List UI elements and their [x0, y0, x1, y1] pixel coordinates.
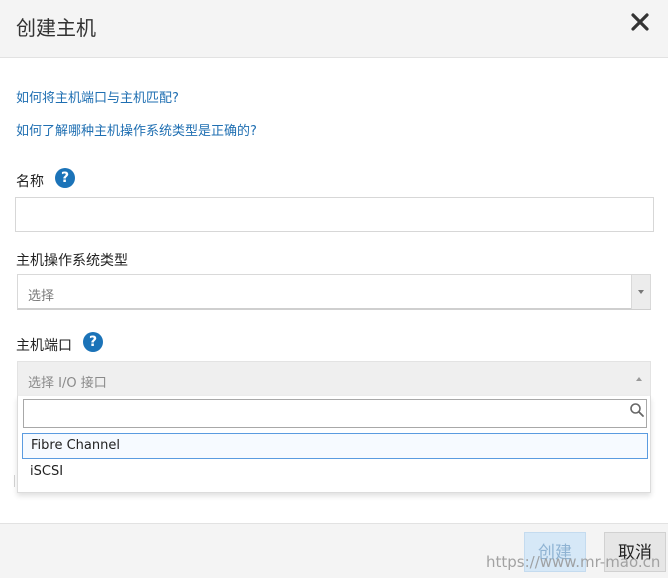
dialog-header: 创建主机: [0, 0, 668, 58]
option-fibre-channel[interactable]: Fibre Channel: [22, 433, 648, 459]
os-type-label: 主机操作系统类型: [16, 253, 128, 269]
option-iscsi[interactable]: iSCSI: [22, 460, 648, 486]
search-icon: [629, 402, 645, 418]
port-search-input[interactable]: [23, 399, 647, 428]
host-ports-multiselect[interactable]: 选择 I/O 接口: [17, 361, 651, 397]
chevron-up-icon: [636, 377, 642, 381]
dialog-title: 创建主机: [16, 16, 96, 40]
host-ports-label: 主机端口: [16, 338, 72, 354]
os-type-selected: 选择: [28, 289, 55, 304]
name-help-icon[interactable]: ?: [55, 168, 75, 188]
os-type-help-link[interactable]: 如何了解哪种主机操作系统类型是正确的?: [16, 120, 257, 139]
host-ports-placeholder: 选择 I/O 接口: [28, 376, 107, 391]
chevron-down-icon: [631, 275, 650, 309]
host-ports-dropdown: Fibre Channel iSCSI: [17, 396, 651, 493]
name-input[interactable]: [15, 197, 654, 232]
os-type-select[interactable]: 选择: [17, 274, 651, 310]
hidden-checkbox-edge: [14, 475, 18, 487]
match-ports-help-link[interactable]: 如何将主机端口与主机匹配?: [16, 87, 179, 106]
name-label: 名称: [16, 174, 44, 190]
host-ports-help-icon[interactable]: ?: [83, 332, 103, 352]
watermark: https://www.mr-mao.cn: [486, 553, 661, 571]
create-host-dialog: 创建主机 如何将主机端口与主机匹配? 如何了解哪种主机操作系统类型是正确的? 名…: [0, 0, 668, 578]
close-icon[interactable]: [628, 10, 652, 34]
